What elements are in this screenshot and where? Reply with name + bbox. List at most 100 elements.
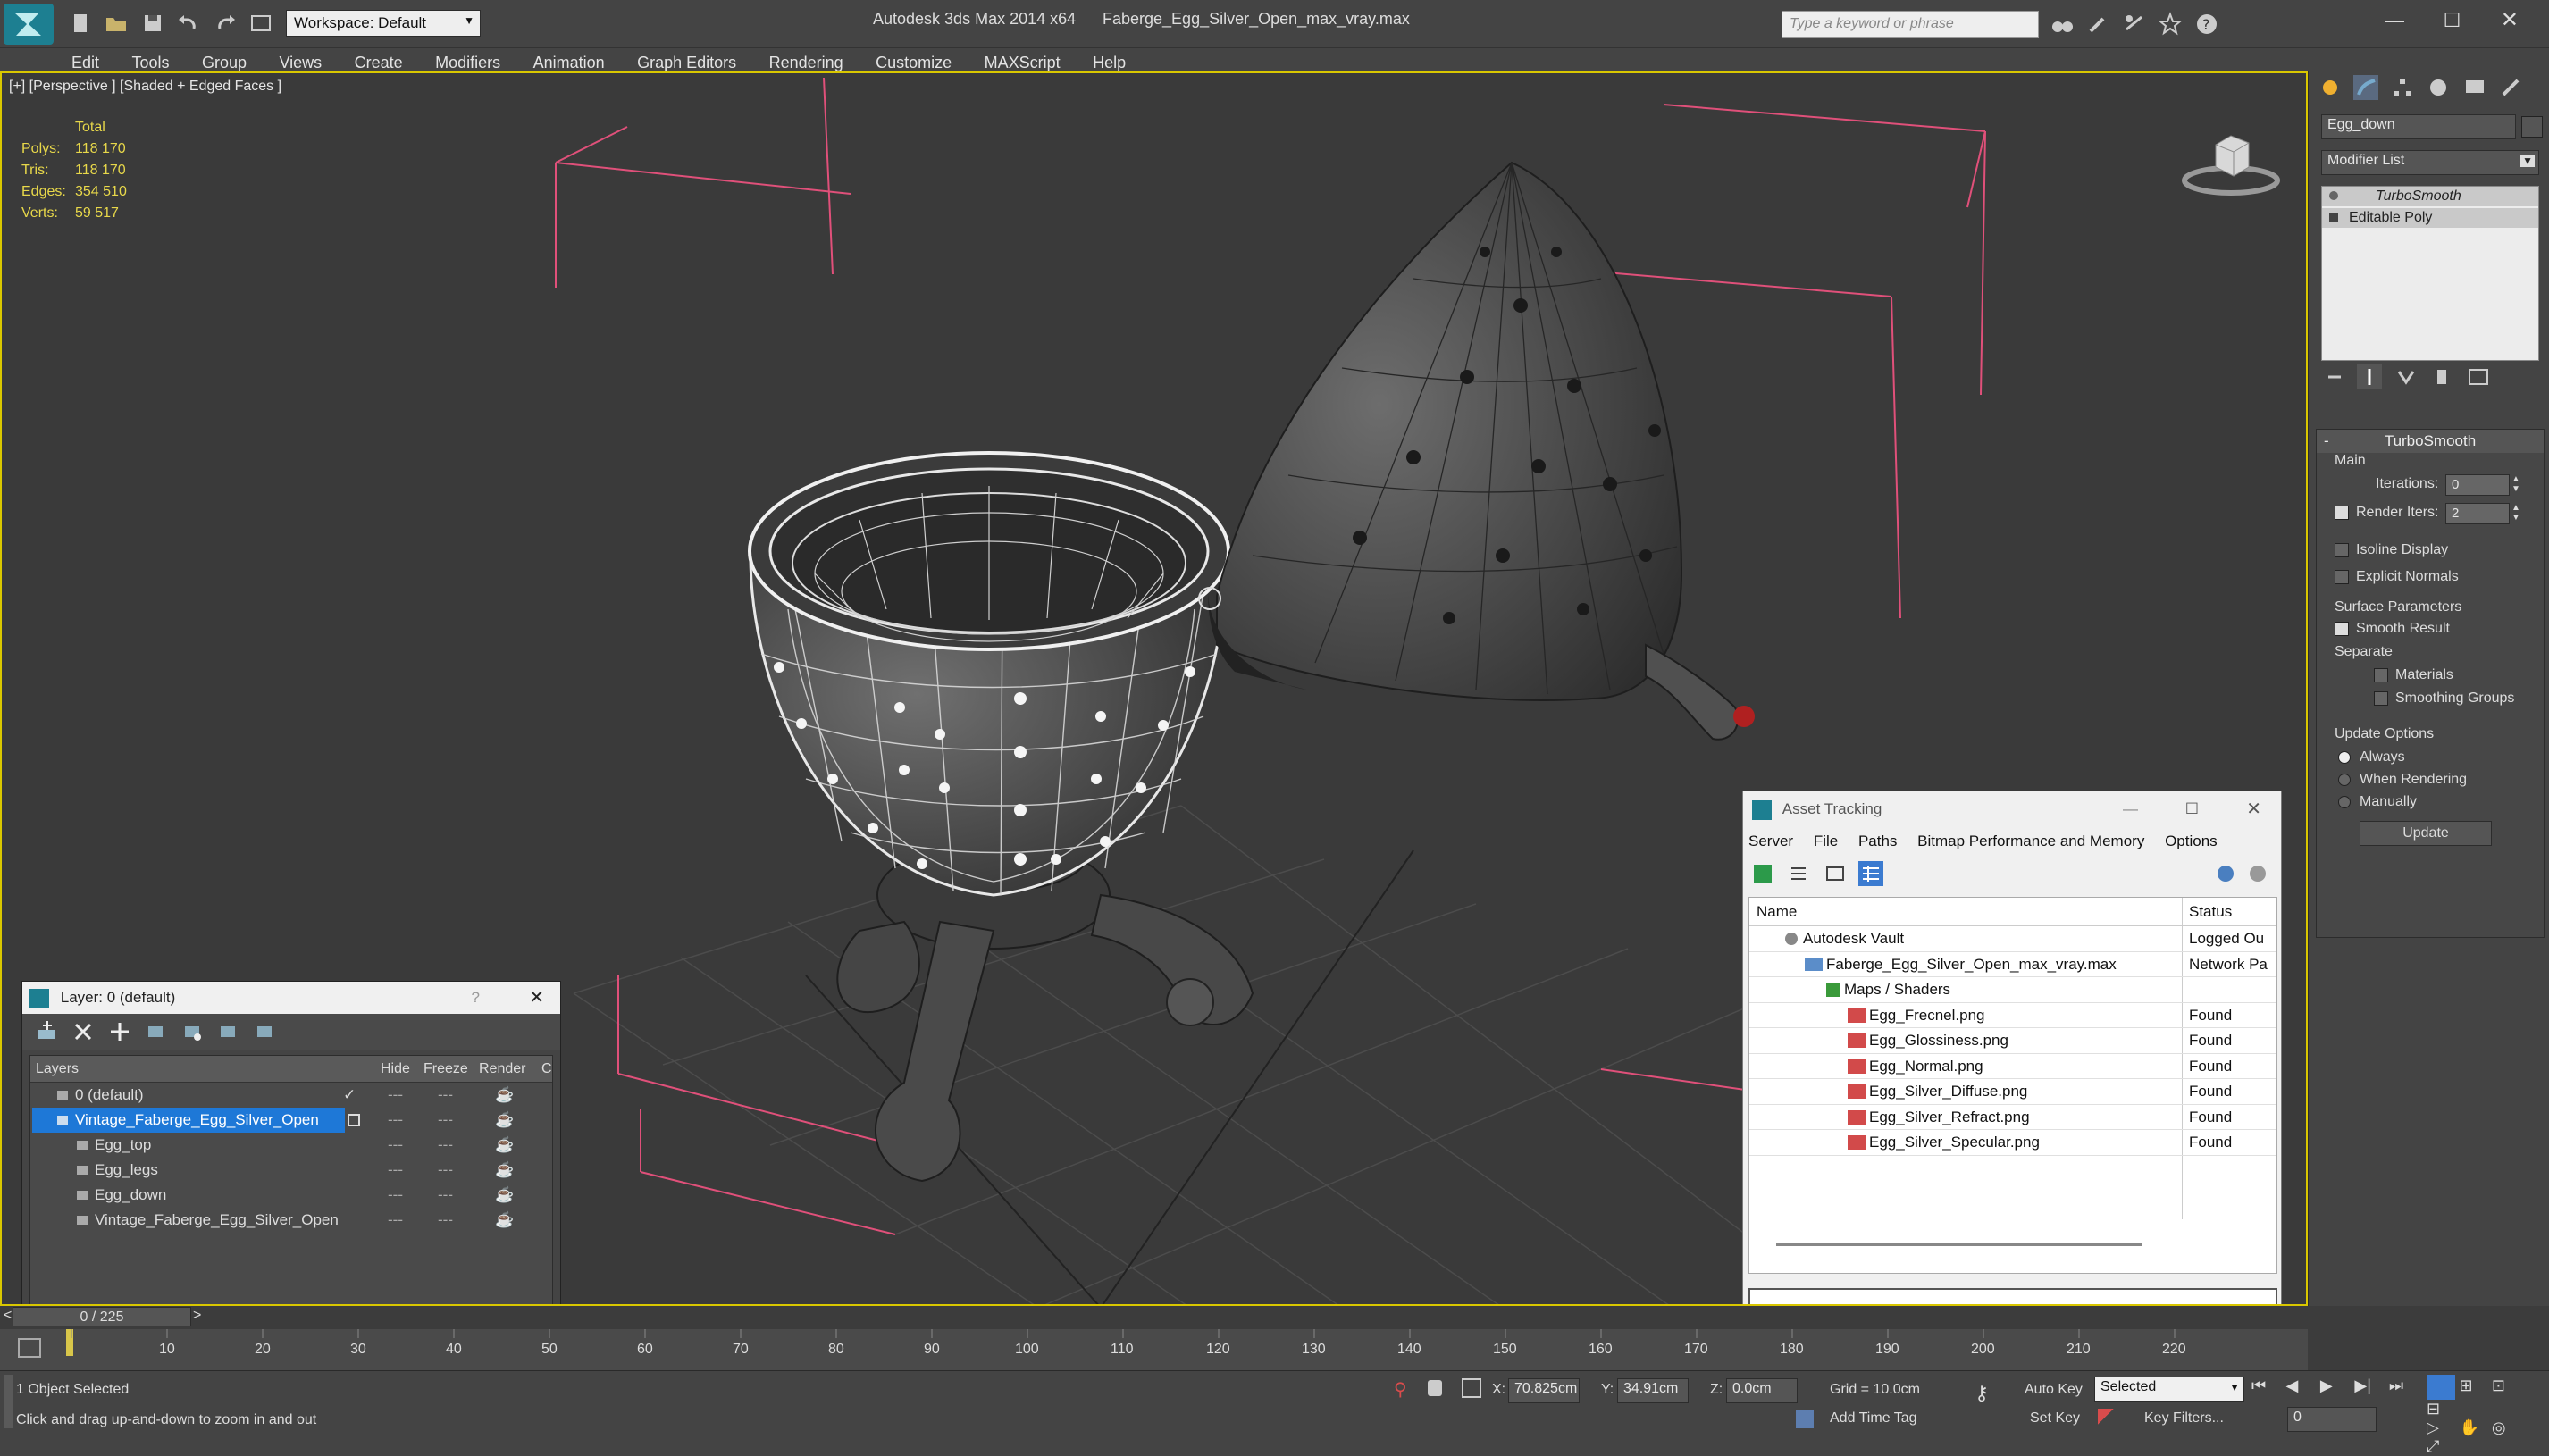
asset-row[interactable]: Maps / Shaders xyxy=(1749,977,2276,1003)
display-tab-icon[interactable] xyxy=(2462,75,2487,100)
materials-checkbox[interactable] xyxy=(2374,667,2388,682)
subscription-icon[interactable] xyxy=(2085,12,2110,37)
spinner-arrows-icon[interactable]: ▲ ▼ xyxy=(2511,474,2520,494)
project-folder-icon[interactable] xyxy=(248,11,273,36)
col-color[interactable]: C xyxy=(541,1056,552,1083)
render-iters-row[interactable]: Render Iters: xyxy=(2335,505,2438,521)
absolute-mode-icon[interactable] xyxy=(1462,1378,1481,1398)
explicit-normals-row[interactable]: Explicit Normals xyxy=(2335,569,2459,585)
freeze-toggle[interactable]: --- xyxy=(438,1083,453,1108)
hide-toggle[interactable]: --- xyxy=(388,1208,403,1233)
smoothing-groups-checkbox[interactable] xyxy=(2374,690,2388,706)
next-frame-icon[interactable]: ▶| xyxy=(2354,1377,2385,1395)
show-end-result-icon[interactable] xyxy=(2357,364,2383,389)
hierarchy-tab-icon[interactable] xyxy=(2390,75,2415,100)
asset-menu-options[interactable]: Options xyxy=(2165,833,2218,849)
table-view-icon[interactable] xyxy=(1858,861,1884,886)
layer-row[interactable]: 0 (default) ✓ --- --- ☕ xyxy=(30,1083,552,1108)
hide-toggle[interactable]: --- xyxy=(388,1183,403,1208)
zoom-all-icon[interactable]: ⊞ xyxy=(2459,1377,2487,1395)
layer-row[interactable]: Egg_down --- --- ☕ xyxy=(30,1183,552,1208)
explicit-normals-checkbox[interactable] xyxy=(2335,569,2349,584)
layer-row[interactable]: Vintage_Faberge_Egg_Silver_Open --- --- … xyxy=(30,1108,552,1133)
col-freeze[interactable]: Freeze xyxy=(423,1056,468,1083)
maxscript-listener[interactable] xyxy=(4,1375,13,1428)
binoculars-icon[interactable] xyxy=(2050,12,2075,37)
hide-toggle[interactable]: --- xyxy=(388,1108,403,1133)
asset-menu-file[interactable]: File xyxy=(1814,833,1838,849)
always-radio-row[interactable]: Always xyxy=(2338,749,2405,766)
redo-icon[interactable] xyxy=(213,11,238,36)
maximize-icon[interactable]: ☐ xyxy=(2185,791,2199,827)
smoothing-groups-row[interactable]: Smoothing Groups xyxy=(2374,690,2514,707)
search-input[interactable]: Type a keyword or phrase xyxy=(1782,12,2038,37)
close-icon[interactable]: ✕ xyxy=(2483,7,2536,33)
layer-row[interactable]: Vintage_Faberge_Egg_Silver_Open --- --- … xyxy=(30,1208,552,1233)
orbit-icon[interactable]: ◎ xyxy=(2492,1418,2520,1437)
isolate-selection-icon[interactable]: ⚲ xyxy=(1394,1378,1407,1401)
app-logo[interactable] xyxy=(4,4,54,45)
stack-item-editable-poly[interactable]: Editable Poly xyxy=(2322,208,2538,228)
zoom-extents-icon[interactable]: ⊡ xyxy=(2492,1377,2520,1395)
always-radio[interactable] xyxy=(2338,750,2351,764)
freeze-all-icon[interactable] xyxy=(252,1019,277,1044)
create-layer-icon[interactable] xyxy=(35,1019,60,1044)
manually-radio-row[interactable]: Manually xyxy=(2338,794,2417,810)
y-coordinate-field[interactable]: 34.91cm xyxy=(1617,1378,1689,1403)
favorites-star-icon[interactable] xyxy=(2158,12,2184,37)
remove-modifier-icon[interactable] xyxy=(2429,364,2454,389)
viewport-label[interactable]: [+] [Perspective ] [Shaded + Edged Faces… xyxy=(9,79,281,95)
current-frame-field[interactable]: 0 xyxy=(2287,1407,2377,1432)
viewcube[interactable] xyxy=(2182,118,2280,198)
search-box[interactable]: Type a keyword or phrase xyxy=(1782,11,2039,38)
modifier-list-dropdown[interactable]: Modifier List ▼ xyxy=(2321,150,2539,175)
set-key-button[interactable]: Set Key xyxy=(2030,1410,2080,1427)
render-teapot-icon[interactable]: ☕ xyxy=(495,1208,514,1233)
spinner-arrows-icon[interactable]: ▲ ▼ xyxy=(2511,503,2520,523)
update-button[interactable]: Update xyxy=(2360,821,2492,846)
active-layer-box-icon[interactable] xyxy=(348,1114,360,1126)
vault-help-icon[interactable] xyxy=(2213,861,2238,886)
asset-path-field[interactable] xyxy=(1748,1288,2277,1304)
asset-row[interactable]: Egg_Frecnel.png Found xyxy=(1749,1003,2276,1028)
freeze-toggle[interactable]: --- xyxy=(438,1183,453,1208)
light-bulb-icon[interactable] xyxy=(2329,191,2338,200)
maximize-icon[interactable]: ☐ xyxy=(2425,9,2478,32)
render-teapot-icon[interactable]: ☕ xyxy=(495,1108,514,1133)
when-rendering-radio-row[interactable]: When Rendering xyxy=(2338,772,2467,788)
go-to-end-icon[interactable]: ⏭ xyxy=(2389,1377,2419,1395)
time-slider-thumb[interactable]: 0 / 225 xyxy=(13,1307,191,1326)
materials-row[interactable]: Materials xyxy=(2374,667,2453,683)
help-icon[interactable]: ? xyxy=(472,982,480,1014)
close-icon[interactable]: ✕ xyxy=(2246,791,2261,827)
col-status[interactable]: Status xyxy=(2189,898,2232,926)
freeze-toggle[interactable]: --- xyxy=(438,1108,453,1133)
asset-menu-paths[interactable]: Paths xyxy=(1858,833,1897,849)
render-teapot-icon[interactable]: ☕ xyxy=(495,1158,514,1183)
maximize-viewport-icon[interactable]: ⤢ xyxy=(2427,1437,2455,1456)
lock-selection-icon[interactable] xyxy=(1428,1380,1442,1396)
list-view-icon[interactable] xyxy=(1786,861,1811,886)
z-coordinate-field[interactable]: 0.0cm xyxy=(1726,1378,1798,1403)
new-file-icon[interactable] xyxy=(68,11,93,36)
asset-row[interactable]: Egg_Glossiness.png Found xyxy=(1749,1028,2276,1054)
expand-box-icon[interactable] xyxy=(2329,213,2338,222)
asset-row[interactable]: Egg_Silver_Refract.png Found xyxy=(1749,1105,2276,1130)
col-render[interactable]: Render xyxy=(479,1056,525,1083)
prev-frame-icon[interactable]: < xyxy=(4,1308,12,1324)
thumbnail-view-icon[interactable] xyxy=(1823,861,1848,886)
minimize-icon[interactable]: — xyxy=(2368,9,2421,32)
add-to-layer-icon[interactable] xyxy=(107,1019,132,1044)
render-iters-checkbox[interactable] xyxy=(2335,505,2349,520)
asset-menu-server[interactable]: Server xyxy=(1748,833,1793,849)
help-icon[interactable]: ? xyxy=(2194,12,2219,37)
time-slider[interactable]: < 0 / 225 > xyxy=(0,1306,2308,1327)
hide-toggle[interactable]: --- xyxy=(388,1158,403,1183)
render-teapot-icon[interactable]: ☕ xyxy=(495,1183,514,1208)
key-icon[interactable]: ⚷ xyxy=(1975,1382,1989,1405)
asset-hscrollbar[interactable] xyxy=(1776,1243,2142,1246)
workspace-dropdown[interactable]: Workspace: Default ▼ xyxy=(286,10,481,37)
asset-row[interactable]: Egg_Normal.png Found xyxy=(1749,1054,2276,1079)
go-to-start-icon[interactable]: ⏮ xyxy=(2251,1377,2282,1395)
communication-center-icon[interactable] xyxy=(2122,12,2147,37)
